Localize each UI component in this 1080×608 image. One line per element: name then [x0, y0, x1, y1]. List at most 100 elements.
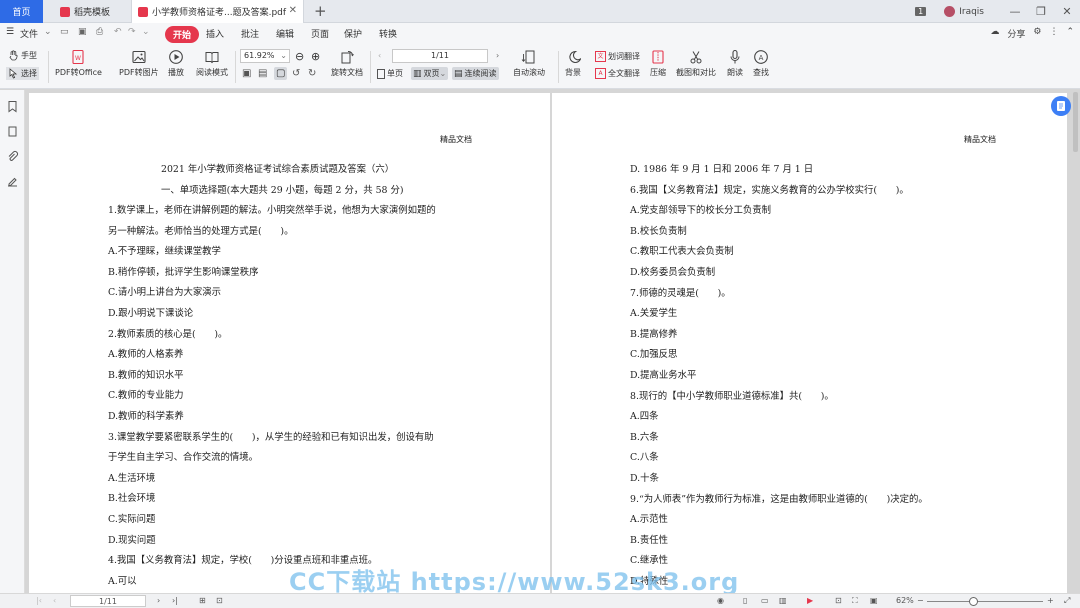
ribbon-toolbar: 手型 选择 W PDF转Office PDF转图片 播放 阅读模式 61.92%…: [0, 45, 1080, 89]
add-page-icon[interactable]: ⊞: [199, 596, 206, 605]
cloud-sync-icon[interactable]: ☁: [990, 27, 999, 40]
pdf-to-image-button[interactable]: PDF转图片: [119, 49, 159, 78]
continuous-reading-button[interactable]: ▤ 连续阅读: [452, 67, 499, 80]
screenshot-compare-button[interactable]: 截图和对比: [676, 49, 716, 78]
eye-protect-icon[interactable]: ◉: [717, 596, 724, 605]
collapse-ribbon-icon[interactable]: ⌃: [1066, 27, 1074, 40]
document-assistant-icon: [1057, 101, 1065, 111]
fit-page-icon[interactable]: ▣: [242, 68, 251, 79]
print-icon[interactable]: ⎙: [96, 27, 103, 37]
hand-tool-button[interactable]: 手型: [8, 50, 37, 61]
prev-page-icon[interactable]: ‹: [378, 51, 381, 60]
double-view-icon[interactable]: ▥: [779, 596, 787, 605]
minimize-icon[interactable]: —: [1002, 5, 1028, 18]
search-button[interactable]: A 查找: [753, 49, 769, 78]
more-options-icon[interactable]: ⋮: [1049, 27, 1058, 40]
window-count-badge[interactable]: 1: [915, 7, 927, 16]
rotate-right-icon[interactable]: ↻: [308, 68, 316, 79]
username[interactable]: Iraqis: [959, 7, 984, 17]
hand-tool-label: 手型: [21, 51, 37, 60]
zoom-in-icon[interactable]: +: [1047, 596, 1054, 605]
zoom-in-icon[interactable]: ⊕: [311, 50, 320, 63]
redo-icon[interactable]: ↷: [128, 27, 136, 37]
menu-annotate[interactable]: 批注: [241, 27, 259, 40]
word-translate-button[interactable]: 文 划词翻译: [595, 51, 640, 62]
save-icon[interactable]: ▣: [78, 27, 87, 37]
maximize-icon[interactable]: ❐: [1028, 5, 1054, 18]
zoom-select[interactable]: 61.92% ⌄: [240, 49, 290, 63]
status-page-input[interactable]: 1/11: [70, 595, 146, 607]
menu-convert[interactable]: 转换: [379, 27, 397, 40]
menu-page[interactable]: 页面: [311, 27, 329, 40]
attachment-icon[interactable]: [6, 150, 19, 163]
play-slideshow-icon[interactable]: ▶: [807, 596, 813, 605]
close-tab-icon[interactable]: ✕: [289, 5, 297, 16]
rotate-document-icon: [339, 49, 355, 65]
full-translate-button[interactable]: A 全文翻译: [595, 68, 640, 79]
document-text-line: C.实际问题: [108, 514, 156, 525]
hamburger-icon[interactable]: ☰: [6, 27, 14, 37]
menu-file[interactable]: 文件: [20, 27, 38, 40]
fit-width-icon[interactable]: ▤: [258, 68, 267, 79]
last-page-icon[interactable]: ›|: [172, 596, 178, 605]
document-text-line: 于学生自主学习、合作交流的情境。: [108, 452, 259, 464]
play-button[interactable]: 播放: [168, 49, 184, 78]
actual-size-icon[interactable]: ▢: [274, 67, 288, 80]
pdf-to-office-button[interactable]: W PDF转Office: [55, 49, 102, 78]
vertical-scrollbar[interactable]: [1073, 92, 1078, 152]
zoom-out-icon[interactable]: ⊖: [295, 50, 304, 63]
share-button[interactable]: 分享: [1007, 27, 1025, 40]
double-page-button[interactable]: ▥ 双页 ⌄: [411, 67, 449, 80]
undo-icon[interactable]: ↶: [114, 27, 122, 37]
menu-insert[interactable]: 插入: [206, 27, 224, 40]
fit-screen-icon[interactable]: ⊡: [835, 596, 842, 605]
chevron-down-icon[interactable]: ⌄: [44, 27, 52, 37]
rotate-document-button[interactable]: 旋转文档: [331, 49, 363, 78]
next-page-icon[interactable]: ›: [496, 51, 499, 60]
next-page-icon[interactable]: ›: [157, 596, 160, 605]
auto-scroll-button[interactable]: 自动滚动: [513, 49, 545, 78]
tab-templates[interactable]: 稻壳模板: [54, 0, 128, 23]
rotate-left-icon[interactable]: ↺: [292, 68, 300, 79]
avatar[interactable]: [944, 6, 956, 17]
expand-icon[interactable]: ⤢: [1064, 596, 1070, 606]
page-number-input[interactable]: 1/11: [392, 49, 488, 63]
document-text-line: B.六条: [630, 431, 659, 443]
prev-page-icon[interactable]: ‹: [53, 596, 56, 605]
close-window-icon[interactable]: ✕: [1054, 5, 1080, 18]
status-zoom-value[interactable]: 62%: [896, 596, 914, 605]
zoom-slider-track[interactable]: [927, 601, 1043, 602]
actual-size-view-icon[interactable]: ▣: [870, 596, 878, 605]
document-text-line: 6.我国【义务教育法】规定，实施义务教育的公办学校实行( )。: [630, 184, 909, 196]
tab-home[interactable]: 首页: [0, 0, 43, 23]
zoom-out-icon[interactable]: −: [917, 596, 924, 605]
open-folder-icon[interactable]: ▭: [60, 27, 69, 37]
more-icon[interactable]: ⌄: [142, 27, 150, 37]
single-page-button[interactable]: 单页: [377, 68, 403, 79]
page-view-icon[interactable]: ▭: [761, 596, 769, 605]
compress-button[interactable]: 压缩: [650, 49, 666, 78]
signature-icon[interactable]: [6, 175, 19, 188]
menu-edit[interactable]: 编辑: [276, 27, 294, 40]
zoom-slider-handle[interactable]: [969, 597, 978, 606]
background-button[interactable]: 背景: [565, 49, 582, 78]
thumbnails-icon[interactable]: [6, 125, 19, 138]
document-text-line: C.加强反思: [630, 349, 678, 361]
tab-document[interactable]: 小学教师资格证考...题及答案.pdf ✕: [131, 0, 304, 23]
read-aloud-button[interactable]: 朗读: [727, 49, 743, 78]
read-mode-button[interactable]: 阅读模式: [196, 49, 228, 78]
menu-start[interactable]: 开始: [165, 26, 200, 43]
document-text-line: D. 1986 年 9 月 1 日和 2006 年 7 月 1 日: [630, 164, 814, 175]
menu-protect[interactable]: 保护: [344, 27, 362, 40]
new-tab-button[interactable]: +: [314, 2, 327, 20]
floating-assistant-button[interactable]: [1051, 96, 1071, 116]
first-page-icon[interactable]: |‹: [36, 596, 42, 605]
divider: [558, 51, 559, 83]
document-viewport[interactable]: 精品文档 2021 年小学教师资格证考试综合素质试题及答案（六） 一、单项选择题…: [26, 90, 1080, 593]
single-view-icon[interactable]: ▯: [743, 596, 747, 605]
fullscreen-icon[interactable]: ⛶: [852, 596, 858, 606]
settings-icon[interactable]: ⚙: [1033, 27, 1041, 40]
select-tool-button[interactable]: 选择: [6, 67, 39, 80]
export-icon[interactable]: ⊡: [216, 596, 223, 605]
bookmark-icon[interactable]: [6, 100, 19, 113]
